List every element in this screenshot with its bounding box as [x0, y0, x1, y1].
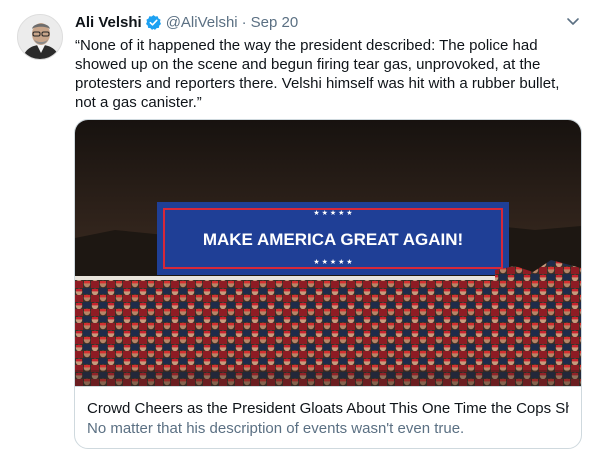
author-name[interactable]: Ali Velshi [75, 14, 142, 31]
tweet[interactable]: Ali Velshi @AliVelshi · Sep 20 “None of … [0, 0, 594, 449]
author-handle[interactable]: @AliVelshi [166, 14, 238, 31]
card-footer[interactable]: Crowd Cheers as the President Gloats Abo… [75, 386, 581, 448]
tweet-text: “None of it happened the way the preside… [75, 37, 560, 111]
avatar[interactable] [17, 14, 63, 60]
card-description: No matter that his description of events… [87, 420, 465, 437]
card-title[interactable]: Crowd Cheers as the President Gloats Abo… [87, 399, 569, 418]
svg-text:★ ★ ★ ★ ★: ★ ★ ★ ★ ★ [313, 209, 352, 217]
card-image: ★ ★ ★ ★ ★ MAKE AMERICA GREAT AGAIN! ★ ★ … [75, 120, 581, 386]
tweet-date[interactable]: Sep 20 [251, 14, 299, 31]
tweet-header: Ali Velshi @AliVelshi · Sep 20 [75, 12, 298, 32]
verified-badge-icon [145, 14, 162, 31]
chevron-down-icon[interactable] [564, 12, 582, 30]
svg-text:★ ★ ★ ★ ★: ★ ★ ★ ★ ★ [313, 258, 352, 266]
separator-dot: · [241, 13, 247, 31]
banner-text: MAKE AMERICA GREAT AGAIN! [203, 230, 463, 249]
link-card[interactable]: ★ ★ ★ ★ ★ MAKE AMERICA GREAT AGAIN! ★ ★ … [74, 119, 582, 449]
